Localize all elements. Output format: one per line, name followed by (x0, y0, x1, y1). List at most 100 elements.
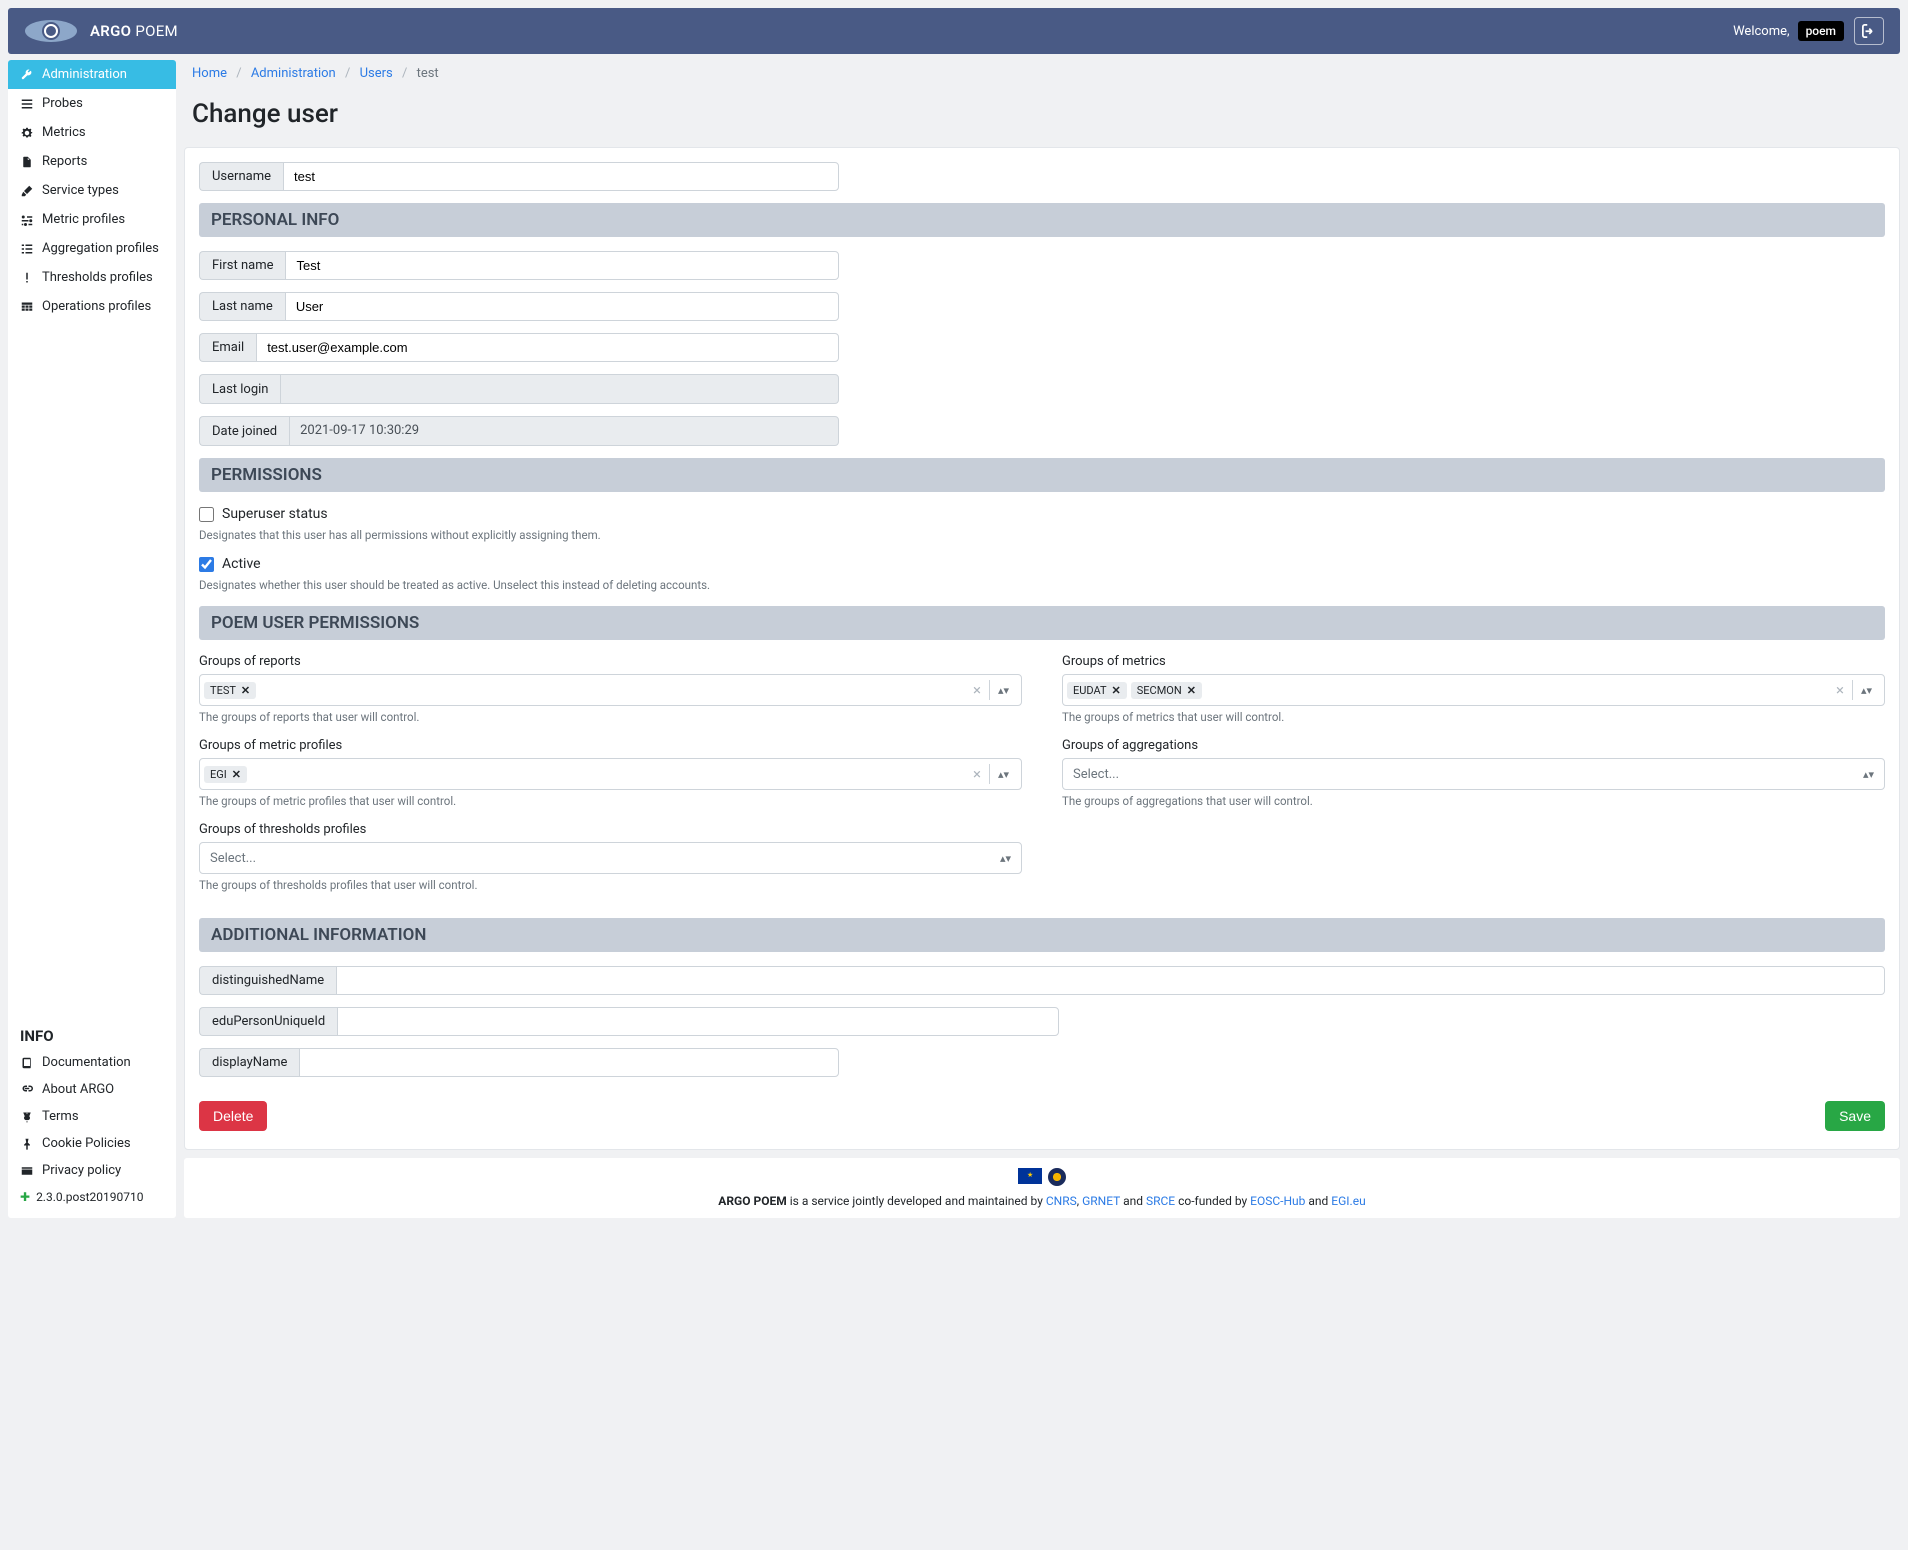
edu-input[interactable] (337, 1007, 1059, 1036)
sidebar: Administration Probes Metrics Reports Servic… (8, 60, 176, 1218)
remove-chip-icon[interactable]: ✕ (241, 684, 250, 697)
groups-metrics-help: The groups of metrics that user will con… (1062, 710, 1885, 724)
remove-chip-icon[interactable]: ✕ (232, 768, 241, 781)
sliders-icon (20, 213, 34, 227)
info-item-terms[interactable]: Terms (8, 1103, 176, 1130)
chevron-updown-icon[interactable]: ▴▾ (1853, 684, 1880, 697)
sidebar-item-metrics[interactable]: Metrics (8, 118, 176, 147)
info-item-cookie-policies[interactable]: Cookie Policies (8, 1130, 176, 1157)
eu-flag-icon (1018, 1168, 1042, 1184)
active-help: Designates whether this user should be t… (199, 578, 1885, 592)
username-label: Username (199, 162, 283, 191)
sidebar-item-label: Reports (42, 154, 87, 169)
thumbtack-icon (20, 1137, 34, 1151)
chip: EGI ✕ (204, 766, 247, 783)
sidebar-item-thresholds-profiles[interactable]: Thresholds profiles (8, 263, 176, 292)
chevron-updown-icon: ▴▾ (1000, 852, 1011, 865)
last-name-input[interactable] (285, 292, 839, 321)
brand[interactable]: ARGO POEM (24, 19, 178, 43)
list-indent-icon (20, 242, 34, 256)
groups-reports-select[interactable]: TEST ✕ × ▴▾ (199, 674, 1022, 706)
footer-link-grnet[interactable]: GRNET (1082, 1194, 1120, 1208)
info-item-about-argo[interactable]: About ARGO (8, 1076, 176, 1103)
logout-button[interactable] (1854, 17, 1884, 45)
display-input[interactable] (299, 1048, 839, 1077)
sidebar-item-operations-profiles[interactable]: Operations profiles (8, 292, 176, 321)
sidebar-item-administration[interactable]: Administration (8, 60, 176, 89)
info-item-privacy-policy[interactable]: Privacy policy (8, 1157, 176, 1184)
sidebar-item-service-types[interactable]: Service types (8, 176, 176, 205)
sidebar-item-metric-profiles[interactable]: Metric profiles (8, 205, 176, 234)
last-name-label: Last name (199, 292, 285, 321)
groups-aggregations-select[interactable]: Select... ▴▾ (1062, 758, 1885, 790)
groups-thresholds-select[interactable]: Select... ▴▾ (199, 842, 1022, 874)
active-checkbox[interactable] (199, 557, 214, 572)
cog-icon (20, 126, 34, 140)
superuser-help: Designates that this user has all permis… (199, 528, 1885, 542)
sidebar-item-aggregation-profiles[interactable]: Aggregation profiles (8, 234, 176, 263)
sidebar-item-label: Operations profiles (42, 299, 151, 314)
email-input[interactable] (256, 333, 839, 362)
superuser-label: Superuser status (222, 506, 328, 522)
clear-icon[interactable]: × (1828, 681, 1852, 699)
dn-label: distinguishedName (199, 966, 336, 995)
remove-chip-icon[interactable]: ✕ (1187, 684, 1196, 697)
footer-link-eosc[interactable]: EOSC-Hub (1250, 1194, 1305, 1208)
breadcrumb-current: test (417, 66, 439, 81)
sign-out-icon (1862, 24, 1876, 38)
table-icon (20, 300, 34, 314)
breadcrumb-users[interactable]: Users (360, 66, 393, 81)
welcome-text: Welcome, (1733, 24, 1789, 39)
footer-link-srce[interactable]: SRCE (1146, 1194, 1175, 1208)
info-item-documentation[interactable]: Documentation (8, 1049, 176, 1076)
breadcrumb-administration[interactable]: Administration (251, 66, 336, 81)
breadcrumb: Home / Administration / Users / test (184, 60, 1900, 93)
section-poem-permissions: POEM USER PERMISSIONS (199, 606, 1885, 640)
sidebar-info-heading: INFO (8, 1019, 176, 1049)
edu-label: eduPersonUniqueId (199, 1007, 337, 1036)
last-login-label: Last login (199, 374, 280, 404)
delete-button[interactable]: Delete (199, 1101, 267, 1131)
breadcrumb-home[interactable]: Home (192, 66, 227, 81)
info-item-label: Privacy policy (42, 1163, 121, 1178)
exclamation-icon (20, 271, 34, 285)
footer-link-cnrs[interactable]: CNRS (1046, 1194, 1077, 1208)
footer-brand: ARGO POEM (718, 1194, 786, 1208)
save-button[interactable]: Save (1825, 1101, 1885, 1131)
bars-icon (20, 97, 34, 111)
info-item-label: Documentation (42, 1055, 131, 1070)
date-joined-value: 2021-09-17 10:30:29 (289, 416, 839, 446)
active-label: Active (222, 556, 261, 572)
remove-chip-icon[interactable]: ✕ (1112, 684, 1121, 697)
groups-metrics-select[interactable]: EUDAT ✕SECMON ✕ × ▴▾ (1062, 674, 1885, 706)
chevron-updown-icon[interactable]: ▴▾ (990, 768, 1017, 781)
sidebar-item-label: Service types (42, 183, 119, 198)
clear-icon[interactable]: × (965, 765, 989, 783)
chip: EUDAT ✕ (1067, 682, 1127, 699)
username-input[interactable] (283, 162, 839, 191)
first-name-input[interactable] (285, 251, 839, 280)
sidebar-item-reports[interactable]: Reports (8, 147, 176, 176)
sidebar-item-probes[interactable]: Probes (8, 89, 176, 118)
groups-reports-help: The groups of reports that user will con… (199, 710, 1022, 724)
chevron-updown-icon: ▴▾ (1863, 768, 1874, 781)
date-joined-label: Date joined (199, 416, 289, 446)
dn-input[interactable] (336, 966, 1885, 995)
groups-mprofiles-select[interactable]: EGI ✕ × ▴▾ (199, 758, 1022, 790)
book-icon (20, 1056, 34, 1070)
clear-icon[interactable]: × (965, 681, 989, 699)
groups-aggregations-help: The groups of aggregations that user wil… (1062, 794, 1885, 808)
link-icon (20, 1083, 34, 1097)
footer-link-egi[interactable]: EGI.eu (1331, 1194, 1365, 1208)
chevron-updown-icon[interactable]: ▴▾ (990, 684, 1017, 697)
last-login-value (280, 374, 839, 404)
groups-mprofiles-label: Groups of metric profiles (199, 738, 1022, 753)
top-navbar: ARGO POEM Welcome, poem (8, 8, 1900, 54)
section-additional: ADDITIONAL INFORMATION (199, 918, 1885, 952)
current-user-badge: poem (1798, 21, 1844, 41)
sidebar-item-label: Probes (42, 96, 83, 111)
first-name-label: First name (199, 251, 285, 280)
crosshairs-icon: ✚ (20, 1190, 30, 1204)
superuser-checkbox[interactable] (199, 507, 214, 522)
sidebar-item-label: Metrics (42, 125, 86, 140)
